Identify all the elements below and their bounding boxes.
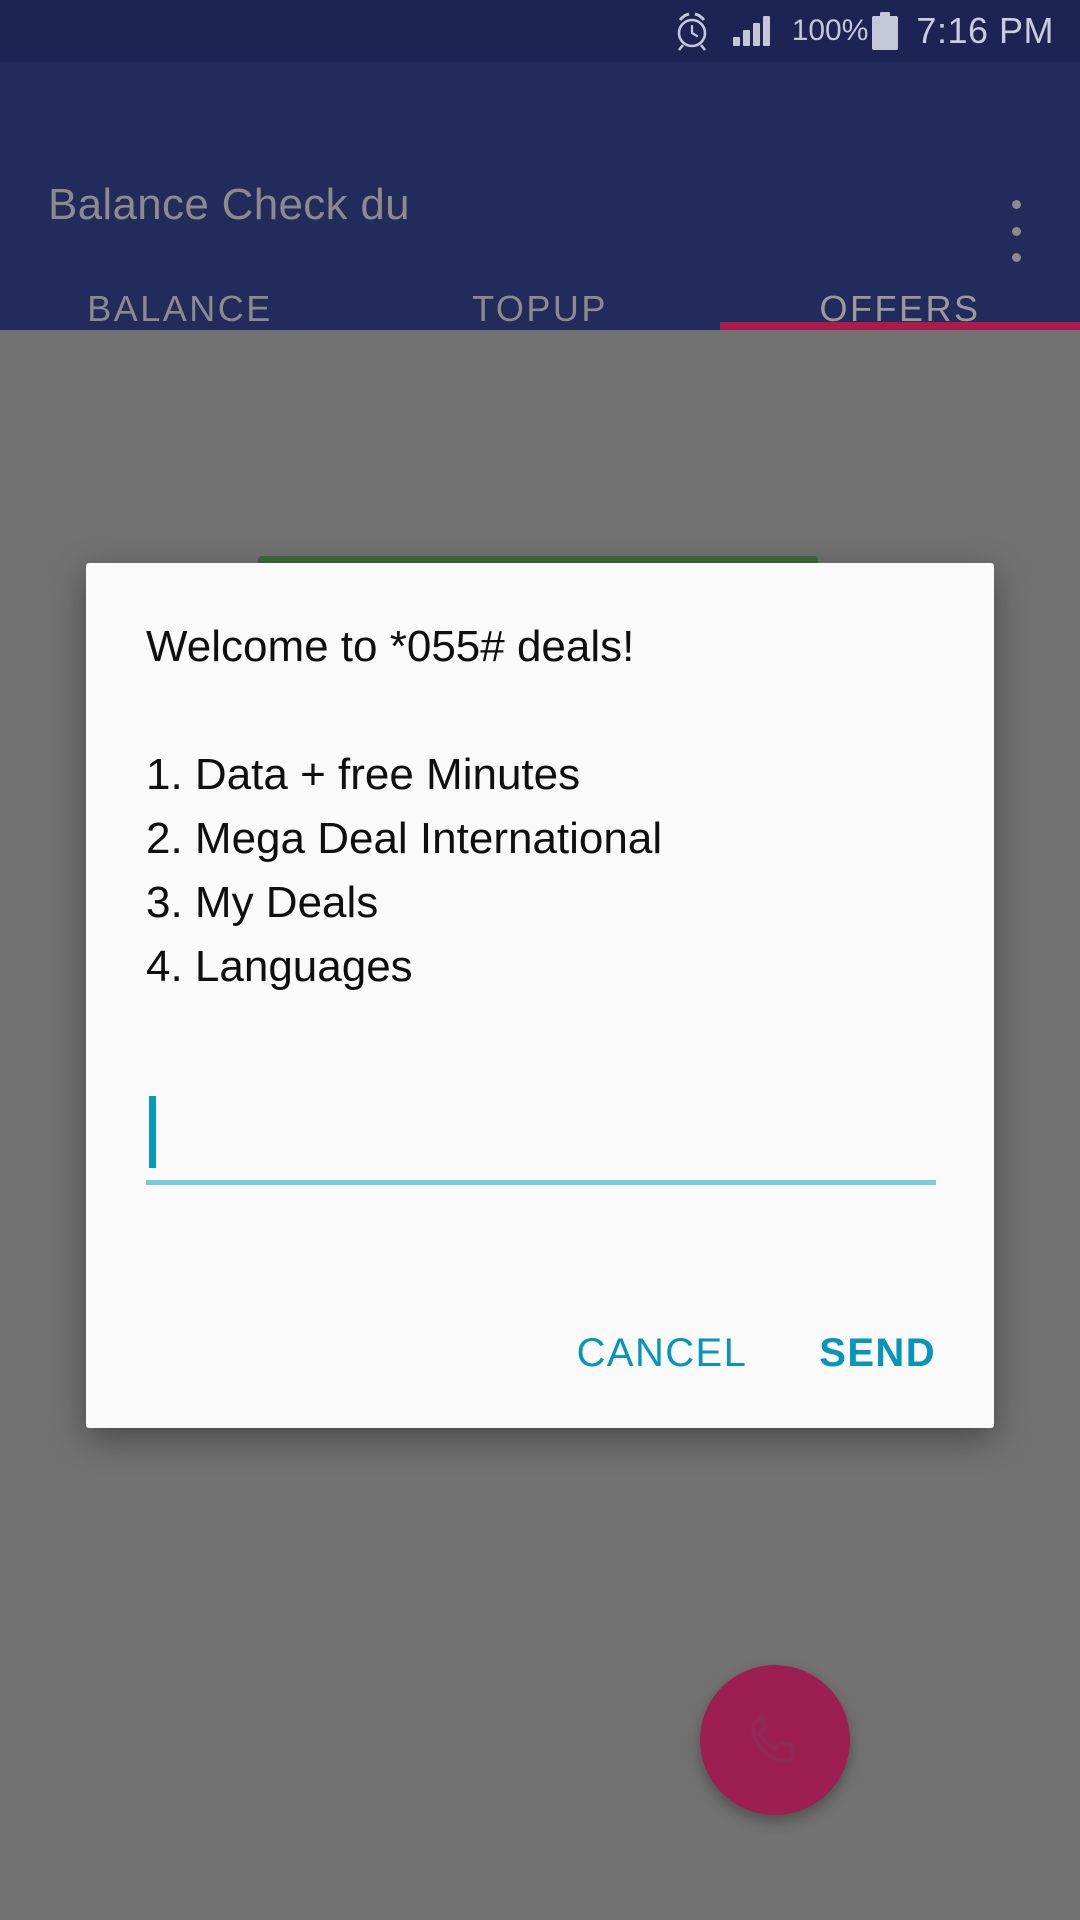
battery-percent-label: 100% — [792, 14, 869, 48]
tab-label: BALANCE — [87, 288, 273, 329]
dialog-action-row: CANCEL SEND — [549, 1313, 962, 1394]
ussd-dialog: Welcome to *055# deals! 1. Data + free M… — [86, 563, 994, 1428]
alarm-clock-icon — [673, 11, 711, 51]
phone-call-icon — [751, 1713, 795, 1763]
battery-percent-text: 100% — [791, 14, 869, 47]
status-time: 7:16 PM — [898, 10, 1054, 52]
battery-full-icon — [872, 12, 899, 50]
tab-label: TOPUP — [472, 288, 608, 329]
phone-screen: 100% 7:16 PM Balance Check du BALANCE TO… — [0, 0, 1080, 1920]
cellular-signal-icon — [732, 16, 770, 46]
input-underline — [146, 1180, 936, 1185]
dialog-message-text: Welcome to *055# deals! 1. Data + free M… — [146, 622, 663, 991]
cancel-button[interactable]: CANCEL — [549, 1313, 776, 1394]
text-cursor-icon — [149, 1096, 156, 1168]
tab-active-indicator — [720, 322, 1080, 330]
ussd-input-wrapper[interactable] — [146, 1086, 936, 1185]
ussd-reply-input[interactable] — [146, 1086, 936, 1172]
app-bar: Balance Check du BALANCE TOPUP OFFERS — [0, 62, 1080, 330]
tab-bar: BALANCE TOPUP OFFERS — [0, 62, 1080, 330]
send-button[interactable]: SEND — [791, 1313, 962, 1394]
status-time-text: 7:16 PM — [916, 10, 1054, 51]
call-fab-button[interactable] — [700, 1665, 850, 1815]
status-bar: 100% 7:16 PM — [0, 0, 1080, 62]
